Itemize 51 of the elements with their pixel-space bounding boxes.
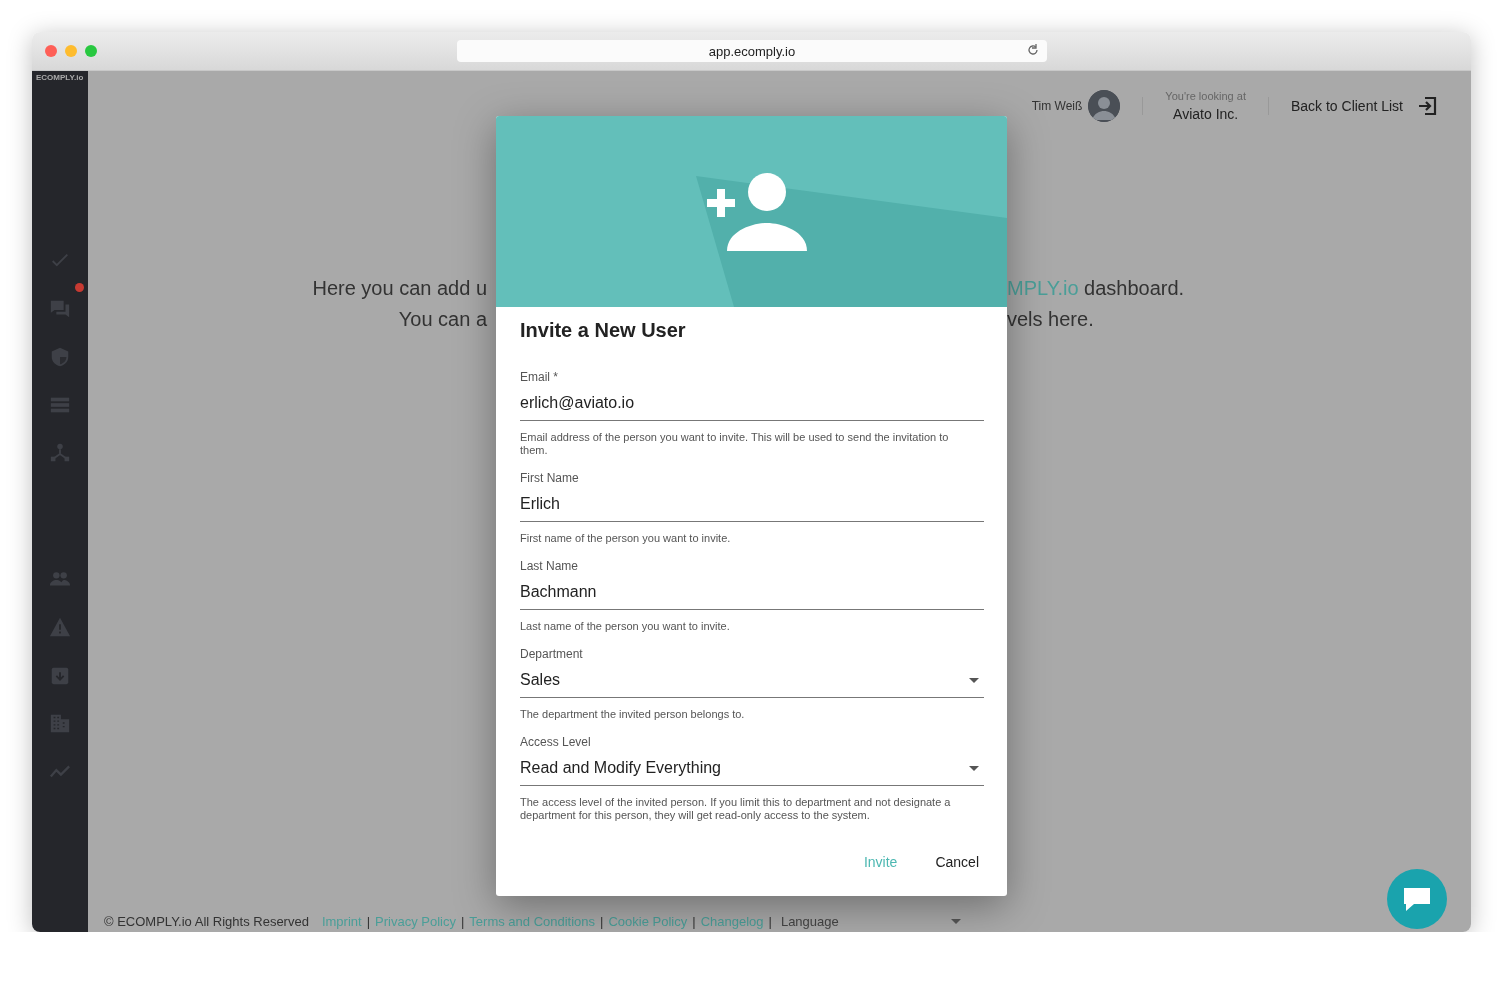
cancel-button[interactable]: Cancel [923, 846, 991, 878]
intro-text: Here you can add u [311, 277, 487, 300]
field-label: Last Name [520, 559, 580, 573]
chat-button[interactable] [1387, 869, 1447, 929]
client-name: Aviato Inc. [1173, 106, 1239, 122]
helper-text: Last name of the person you want to invite. [520, 620, 731, 633]
logo: ECOMPLY.io [35, 72, 85, 82]
field-label: Access Level [520, 735, 592, 749]
separator-text: | [768, 913, 772, 929]
context-label: You're looking at [1165, 90, 1246, 102]
copyright-text: © ECOMPLY.io All Rights Reserved [104, 913, 309, 929]
field-label: First Name [520, 471, 580, 485]
shield-icon[interactable] [49, 346, 71, 368]
intro-text: MPLY.io dashboard. [1007, 277, 1185, 300]
intro-text: vels here. [1007, 308, 1094, 331]
input-field[interactable]: erlich@aviato.io [520, 390, 984, 421]
field-label: Email * [520, 370, 559, 384]
chat-icon[interactable] [49, 298, 71, 320]
helper-text: Email address of the person you want to invite. This will be used to send the invitation to them. [520, 431, 950, 457]
back-to-client-list-link[interactable]: Back to Client List [1290, 96, 1437, 116]
field-label: Department [520, 647, 584, 661]
dialog-title: Invite a New User [520, 319, 687, 342]
address-bar[interactable]: app.ecomply.io [457, 40, 1047, 62]
input-field[interactable]: Erlich [520, 491, 984, 522]
exit-icon [1417, 96, 1437, 116]
intro-text: You can a [397, 308, 487, 331]
avatar-icon[interactable] [1088, 90, 1121, 122]
warning-icon[interactable] [49, 616, 71, 638]
separator-text: | [600, 913, 604, 929]
select-field[interactable]: Read and Modify Everything [520, 755, 984, 786]
network-icon[interactable] [49, 442, 71, 464]
separator-text: | [366, 913, 371, 929]
helper-text: First name of the person you want to invite. [520, 532, 732, 545]
helper-text: The department the invited person belongs to. [520, 708, 746, 721]
chat-bubble-icon [1402, 886, 1432, 912]
notification-dot [75, 283, 84, 292]
input-field[interactable]: Bachmann [520, 579, 984, 610]
separator-text: | [460, 913, 465, 929]
separator-text: | [692, 913, 696, 929]
minimize-icon[interactable] [65, 45, 77, 57]
close-icon[interactable] [45, 45, 57, 57]
dropdown-caret-icon [950, 918, 961, 924]
reload-icon[interactable] [1027, 44, 1039, 56]
dropdown-caret-icon [969, 677, 979, 683]
dropdown-caret-icon [969, 765, 979, 771]
helper-text: The access level of the invited person. If you limit this to department and not designate a department for this person, they will get read-only access to the system. [520, 796, 952, 822]
user-name: Tim Weiß [1031, 99, 1083, 113]
language-select[interactable]: Language [780, 913, 961, 929]
select-field[interactable]: Sales [520, 667, 984, 698]
maximize-icon[interactable] [85, 45, 97, 57]
building-icon[interactable] [49, 712, 71, 734]
